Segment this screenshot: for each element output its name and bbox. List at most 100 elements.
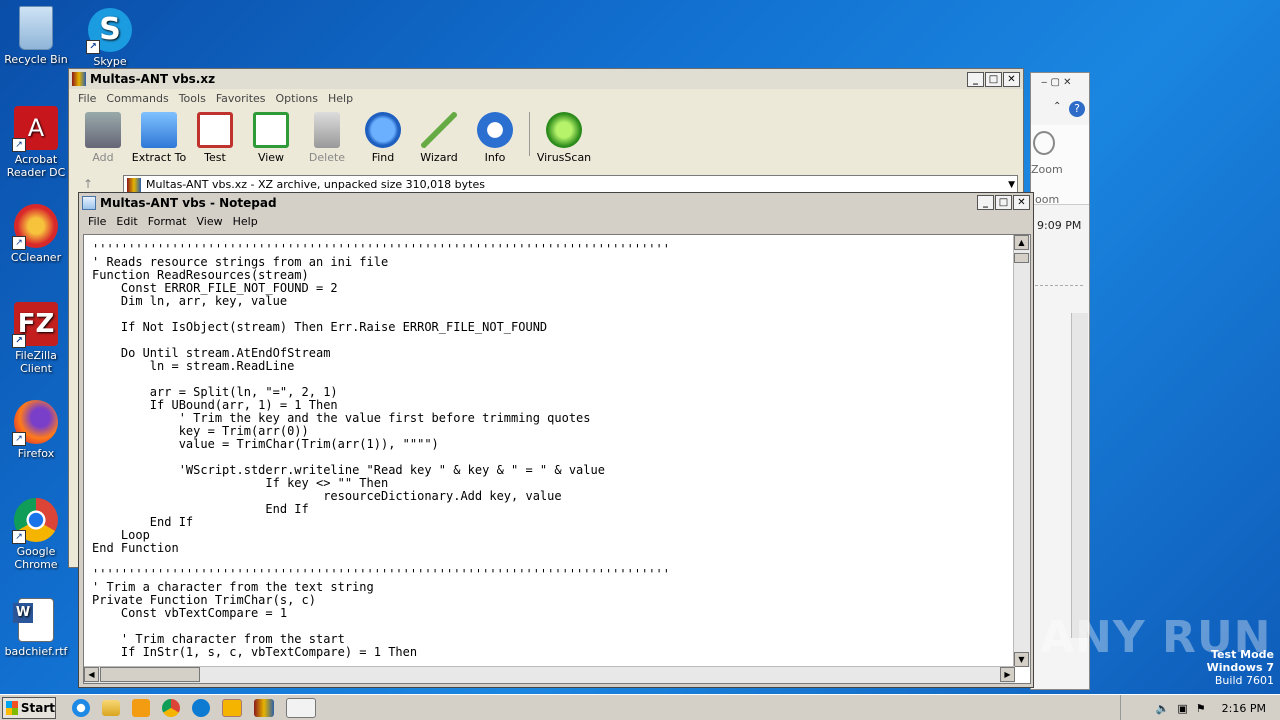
word-document-icon: W [13,598,54,642]
desktop-icon-label: Firefox [17,447,55,460]
trash-icon [314,112,340,148]
vertical-scrollbar[interactable]: ▲ ▼ [1013,235,1030,667]
menu-options[interactable]: Options [271,92,323,105]
clipboard-check-icon [197,112,233,148]
desktop-icon-acrobat[interactable]: A ↗ Acrobat Reader DC [0,106,72,179]
file-explorer-icon[interactable] [102,699,120,716]
minimize-button[interactable]: _ [967,71,984,87]
magnifier-icon [365,112,401,148]
horizontal-scrollbar[interactable]: ◀ ▶ [84,666,1015,683]
start-button[interactable]: Start [2,696,56,719]
help-icon[interactable]: ? [1069,101,1085,117]
extract-to-button[interactable]: Extract To [131,112,187,164]
menu-help[interactable]: Help [228,215,263,228]
editor-content[interactable]: ''''''''''''''''''''''''''''''''''''''''… [92,243,1012,659]
scroll-thumb[interactable] [1014,253,1029,263]
desktop-icon-firefox[interactable]: ↗ Firefox [0,400,72,460]
desktop-icon-label: badchief.rtf [4,645,68,658]
text-editor[interactable]: ''''''''''''''''''''''''''''''''''''''''… [83,234,1031,684]
zoom-label-2: oom [1035,193,1060,206]
bug-icon [546,112,582,148]
menu-edit[interactable]: Edit [111,215,142,228]
skype-icon: S ↗ [86,8,132,54]
winrar-taskbar-icon[interactable] [254,698,274,717]
scroll-left-button[interactable]: ◀ [84,667,99,682]
notepad-menubar: File Edit Format View Help [79,212,1033,230]
desktop-icon-filezilla[interactable]: FZ ↗ FileZilla Client [0,302,72,375]
folder-icon [141,112,177,148]
notepad-titlebar[interactable]: Multas-ANT vbs - Notepad _ □ ✕ [79,193,1033,212]
menu-favorites[interactable]: Favorites [211,92,271,105]
info-button[interactable]: Info [467,112,523,164]
desktop-icon-badchief[interactable]: W badchief.rtf [0,598,72,658]
notepad-title: Multas-ANT vbs - Notepad [100,195,277,210]
menu-help[interactable]: Help [323,92,358,105]
wizard-button[interactable]: Wizard [411,112,467,164]
delete-button[interactable]: Delete [299,112,355,164]
chrome-taskbar-icon[interactable] [162,698,180,717]
desktop-icon-label: Acrobat Reader DC [6,153,66,179]
menu-file[interactable]: File [83,215,111,228]
scroll-down-button[interactable]: ▼ [1014,652,1029,667]
maximize-button[interactable]: □ [995,195,1012,210]
notepad-taskbar-icon[interactable] [286,697,316,718]
flag-icon[interactable]: ⚑ [1196,702,1206,715]
background-window-controls[interactable]: ‒ ▢ ✕ [1041,77,1072,88]
chrome-icon: ↗ [12,498,58,544]
close-button[interactable]: ✕ [1003,71,1020,87]
volume-icon[interactable]: 🔈 [1156,702,1170,715]
edge-icon[interactable] [192,698,210,717]
system-tray: 🔈 ▣ ⚑ 2:16 PM [1120,695,1280,720]
firefox-icon: ↗ [12,400,58,446]
windows-logo-icon [6,700,18,715]
add-button[interactable]: Add [75,112,131,164]
test-mode-watermark: Test Mode Windows 7 Build 7601 [1206,648,1274,687]
scroll-thumb-horizontal[interactable] [100,667,200,682]
add-icon [85,112,121,148]
minimize-button[interactable]: _ [977,195,994,210]
book-icon [253,112,289,148]
media-player-icon[interactable] [132,698,150,717]
view-button[interactable]: View [243,112,299,164]
find-button[interactable]: Find [355,112,411,164]
desktop-icon-skype[interactable]: S ↗ Skype [74,8,146,68]
close-button[interactable]: ✕ [1013,195,1030,210]
acrobat-icon: A ↗ [12,106,58,152]
ccleaner-icon: ↗ [12,204,58,250]
archiver-title: Multas-ANT vbs.xz [90,72,216,86]
up-arrow-icon[interactable]: ↑ [83,177,93,191]
archiver-titlebar[interactable]: Multas-ANT vbs.xz _ □ ✕ [69,69,1023,89]
network-icon[interactable]: ▣ [1177,702,1187,715]
taskbar: Start 🔈 ▣ ⚑ 2:16 PM [0,694,1280,720]
maximize-button[interactable]: □ [985,71,1002,87]
virusscan-button[interactable]: VirusScan [536,112,592,164]
menu-commands[interactable]: Commands [101,92,173,105]
archiver-menubar: File Commands Tools Favorites Options He… [69,89,1023,108]
zoom-label: Zoom [1031,163,1063,176]
desktop-icon-label: Skype [93,55,127,68]
chevron-up-icon[interactable]: ⌃ [1053,101,1061,112]
menu-tools[interactable]: Tools [174,92,211,105]
menu-format[interactable]: Format [143,215,192,228]
desktop-icon-recycle-bin[interactable]: Recycle Bin [0,6,72,66]
desktop-icon-ccleaner[interactable]: ↗ CCleaner [0,204,72,264]
winrar-icon [72,72,86,86]
desktop-icon-chrome[interactable]: ↗ Google Chrome [0,498,72,571]
background-window: ‒ ▢ ✕ ⌃ ? Zoom oom 9:09 PM [1030,72,1090,690]
zoom-icon[interactable] [1033,131,1055,155]
archiver-toolbar: Add Extract To Test View Delete Find Wiz… [69,108,1023,168]
notepad-window: Multas-ANT vbs - Notepad _ □ ✕ File Edit… [78,192,1034,688]
menu-view[interactable]: View [192,215,228,228]
scroll-right-button[interactable]: ▶ [1000,667,1015,682]
outlook-icon[interactable] [222,698,242,717]
info-icon [477,112,513,148]
scrollbar[interactable] [1071,313,1088,638]
notepad-icon [82,195,96,210]
menu-file[interactable]: File [73,92,101,105]
desktop-icon-label: CCleaner [10,251,62,264]
internet-explorer-icon[interactable] [72,698,90,717]
test-button[interactable]: Test [187,112,243,164]
scroll-up-button[interactable]: ▲ [1014,235,1029,250]
clock[interactable]: 2:16 PM [1222,702,1266,715]
address-text: Multas-ANT vbs.xz - XZ archive, unpacked… [146,178,485,191]
